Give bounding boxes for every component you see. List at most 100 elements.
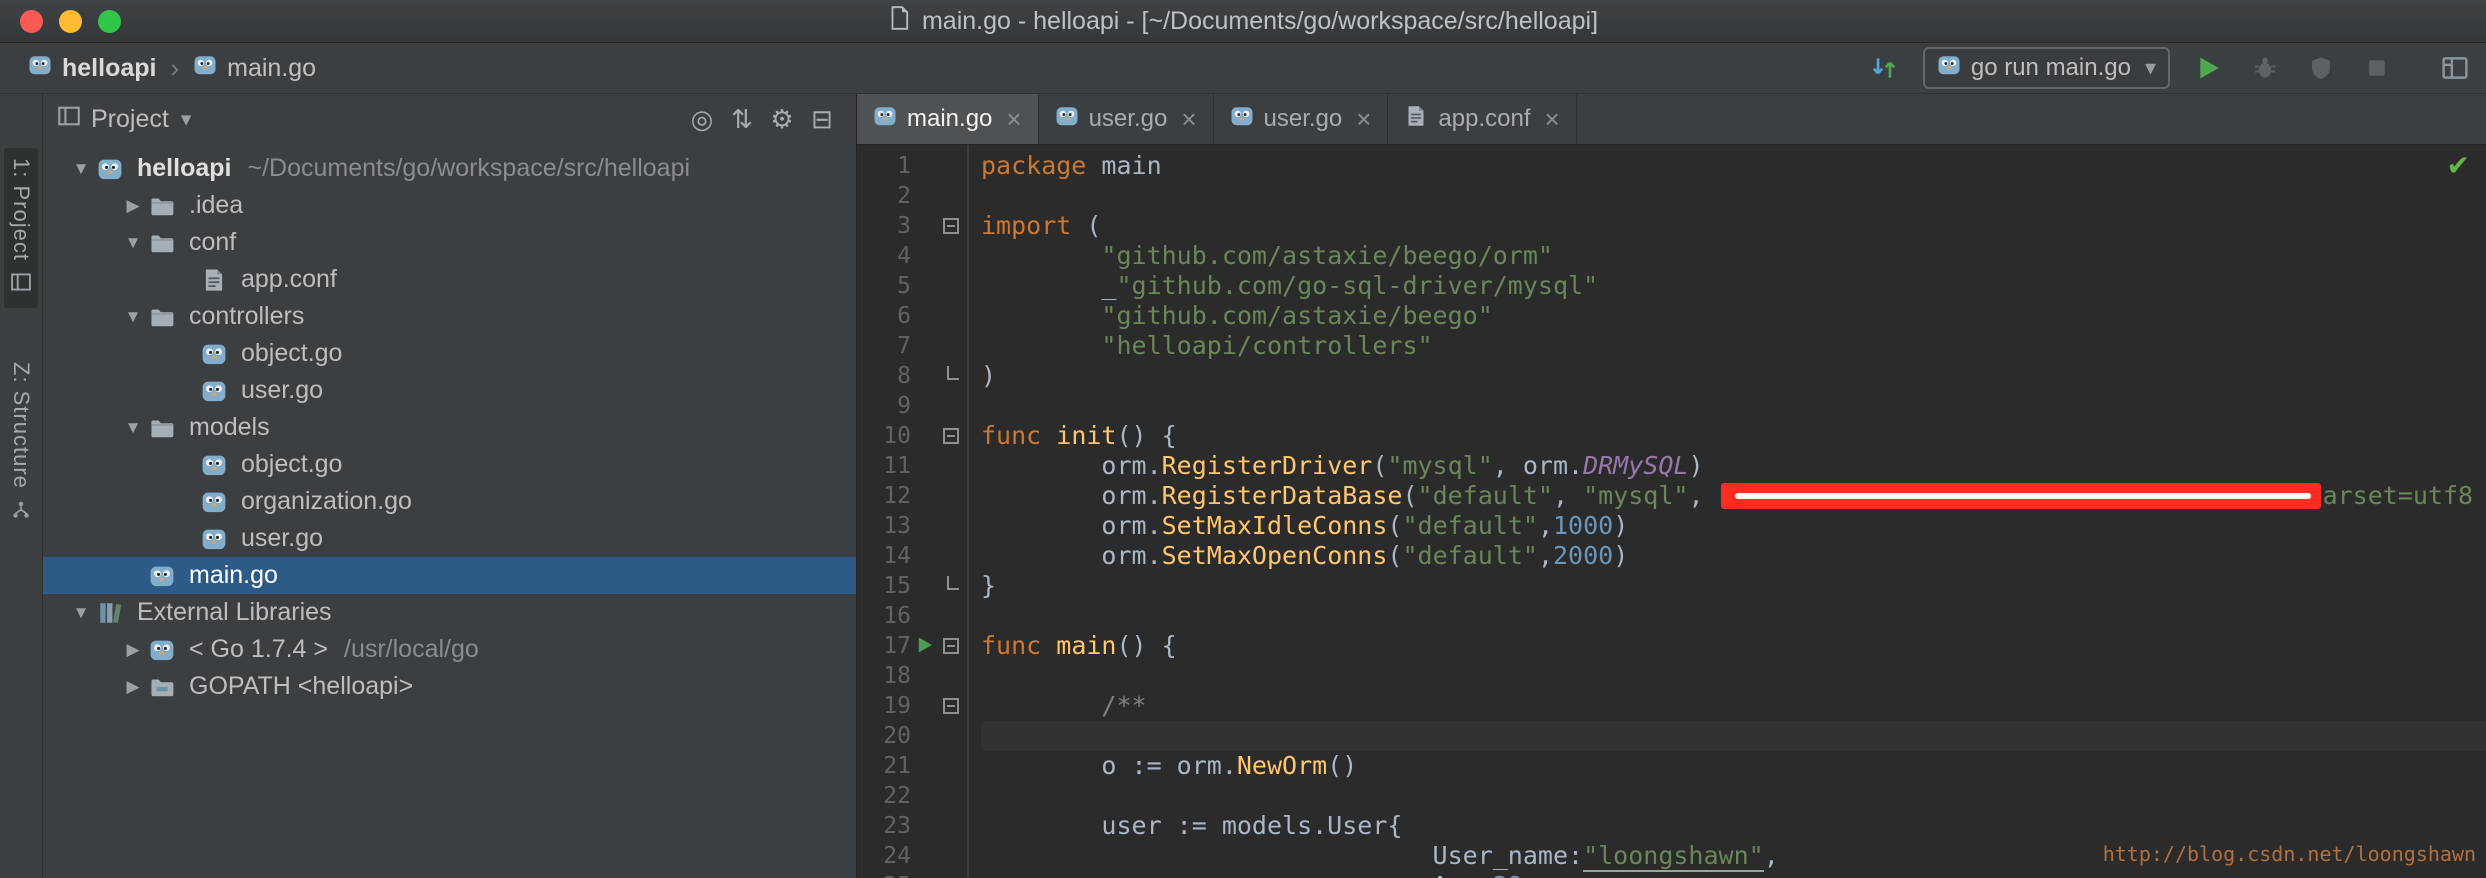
tree-item-organization.go[interactable]: organization.go xyxy=(43,483,856,520)
close-window-button[interactable] xyxy=(20,10,43,33)
close-tab-icon[interactable]: × xyxy=(1545,104,1560,135)
code-token: ( xyxy=(1372,451,1387,480)
fold-marker-icon[interactable] xyxy=(947,576,959,590)
gutter-line-6: 6 xyxy=(857,301,967,331)
fold-marker-icon[interactable] xyxy=(943,428,959,444)
run-config-label: go run main.go xyxy=(1971,54,2131,82)
settings-gear-icon[interactable]: ⚙ xyxy=(762,104,802,135)
code-line-1: package main xyxy=(981,151,2486,181)
code-line-12: orm.RegisterDataBase("default", "mysql",… xyxy=(981,481,2486,511)
project-view-chevron-icon[interactable]: ▾ xyxy=(181,107,192,132)
tree-item-external-libraries[interactable]: ▼External Libraries xyxy=(43,594,856,631)
tree-toggle-icon[interactable]: ▼ xyxy=(65,159,97,179)
tree-toggle-icon[interactable]: ▼ xyxy=(65,603,97,623)
tab-main.go[interactable]: main.go × xyxy=(857,94,1039,144)
line-number: 24 xyxy=(863,843,911,869)
tree-item-helloapi[interactable]: ▼helloapi~/Documents/go/workspace/src/he… xyxy=(43,150,856,187)
line-number: 7 xyxy=(863,333,911,359)
line-number: 12 xyxy=(863,483,911,509)
breadcrumb-item-main.go[interactable]: main.go xyxy=(193,53,316,84)
fold-marker-icon[interactable] xyxy=(943,698,959,714)
gutter-line-11: 11 xyxy=(857,451,967,481)
gutter-line-16: 16 xyxy=(857,601,967,631)
code-line-16 xyxy=(981,601,2486,631)
tree-item-controllers[interactable]: ▼ controllers xyxy=(43,298,856,335)
tree-toggle-icon[interactable]: ▼ xyxy=(117,418,149,438)
close-tab-icon[interactable]: × xyxy=(1356,104,1371,135)
tree-item-user.go[interactable]: user.go xyxy=(43,372,856,409)
code-line-17: func main() { xyxy=(981,631,2486,661)
breadcrumb-item-helloapi[interactable]: helloapi xyxy=(28,53,156,84)
code-token: () xyxy=(1327,751,1357,780)
run-button[interactable] xyxy=(2192,51,2226,85)
line-number: 16 xyxy=(863,603,911,629)
tree-item-go-1.7.4[interactable]: ▶< Go 1.7.4 >/usr/local/go xyxy=(43,631,856,668)
tree-toggle-icon[interactable]: ▼ xyxy=(117,233,149,253)
tree-item-.idea[interactable]: ▶.idea xyxy=(43,187,856,224)
code-token: RegisterDriver xyxy=(1162,451,1373,480)
line-number: 19 xyxy=(863,693,911,719)
updates-indicator-icon[interactable] xyxy=(1867,51,1901,85)
gutter-line-7: 7 xyxy=(857,331,967,361)
code-area[interactable]: package mainimport ( "github.com/astaxie… xyxy=(969,145,2486,878)
tree-toggle-icon[interactable]: ▶ xyxy=(117,196,149,216)
tab-app.conf[interactable]: app.conf× xyxy=(1388,94,1576,144)
tree-item-models[interactable]: ▼ models xyxy=(43,409,856,446)
hide-panel-icon[interactable]: ⊟ xyxy=(802,104,842,135)
tree-item-gopath-helloapi[interactable]: ▶GOPATH <helloapi> xyxy=(43,668,856,705)
go-file-icon xyxy=(201,526,231,552)
run-config-combo[interactable]: go run main.go ▾ xyxy=(1923,47,2170,89)
minimize-window-button[interactable] xyxy=(59,10,82,33)
debug-button[interactable] xyxy=(2248,51,2282,85)
gutter-line-22: 22 xyxy=(857,781,967,811)
folder-icon xyxy=(149,415,179,441)
tab-user.go[interactable]: user.go× xyxy=(1039,94,1214,144)
tree-item-app.conf[interactable]: app.conf xyxy=(43,261,856,298)
tree-item-object.go[interactable]: object.go xyxy=(43,446,856,483)
tree-item-conf[interactable]: ▼ conf xyxy=(43,224,856,261)
line-number: 13 xyxy=(863,513,911,539)
restore-layout-button[interactable] xyxy=(2438,51,2472,85)
tree-item-object.go[interactable]: object.go xyxy=(43,335,856,372)
tree-item-label: object.go xyxy=(241,450,342,479)
fold-marker-icon[interactable] xyxy=(943,218,959,234)
code-token xyxy=(981,301,1101,330)
editor-area: main.go×user.go×user.go×app.conf× 123456… xyxy=(857,94,2486,878)
coverage-button[interactable] xyxy=(2304,51,2338,85)
tree-item-user.go[interactable]: user.go xyxy=(43,520,856,557)
tree-toggle-icon[interactable]: ▶ xyxy=(117,677,149,697)
toolbutton-z-structure[interactable]: Z: Structure xyxy=(4,352,38,536)
code-token: , xyxy=(1538,541,1553,570)
close-tab-icon[interactable]: × xyxy=(1006,104,1021,135)
tree-item-main.go[interactable]: main.go xyxy=(43,557,856,594)
tab-label: main.go xyxy=(907,105,992,133)
code-token: User_name: xyxy=(981,841,1583,870)
code-token: ) xyxy=(1613,541,1628,570)
code-token: o := orm. xyxy=(981,751,1237,780)
code-token: ( xyxy=(1387,511,1402,540)
gutter-line-13: 13 xyxy=(857,511,967,541)
fold-marker-icon[interactable] xyxy=(943,638,959,654)
fold-marker-icon[interactable] xyxy=(947,366,959,380)
gutter-line-21: 21 xyxy=(857,751,967,781)
line-number: 3 xyxy=(863,213,911,239)
tree-toggle-icon[interactable]: ▼ xyxy=(117,307,149,327)
tree-toggle-icon[interactable]: ▶ xyxy=(117,640,149,660)
inspection-ok-icon[interactable]: ✔ xyxy=(2447,149,2470,182)
go-file-icon xyxy=(201,378,231,404)
1-project-icon xyxy=(10,271,32,298)
stop-button[interactable] xyxy=(2360,51,2394,85)
collapse-all-icon[interactable]: ⇅ xyxy=(722,104,762,135)
locate-icon[interactable]: ◎ xyxy=(682,104,722,135)
tree-item-label: controllers xyxy=(189,302,304,331)
run-main-gutter-icon[interactable] xyxy=(915,635,935,660)
tab-user.go[interactable]: user.go× xyxy=(1214,94,1389,144)
toolbutton-1-project[interactable]: 1: Project xyxy=(4,148,38,308)
close-tab-icon[interactable]: × xyxy=(1181,104,1196,135)
editor-gutter[interactable]: 1234567891011121314151617181920212223242… xyxy=(857,145,969,878)
ide-window: main.go - helloapi - [~/Documents/go/wor… xyxy=(0,0,2486,878)
zoom-window-button[interactable] xyxy=(98,10,121,33)
code-line-3: import ( xyxy=(981,211,2486,241)
tree-item-label: models xyxy=(189,413,270,442)
tree-item-label: conf xyxy=(189,228,236,257)
